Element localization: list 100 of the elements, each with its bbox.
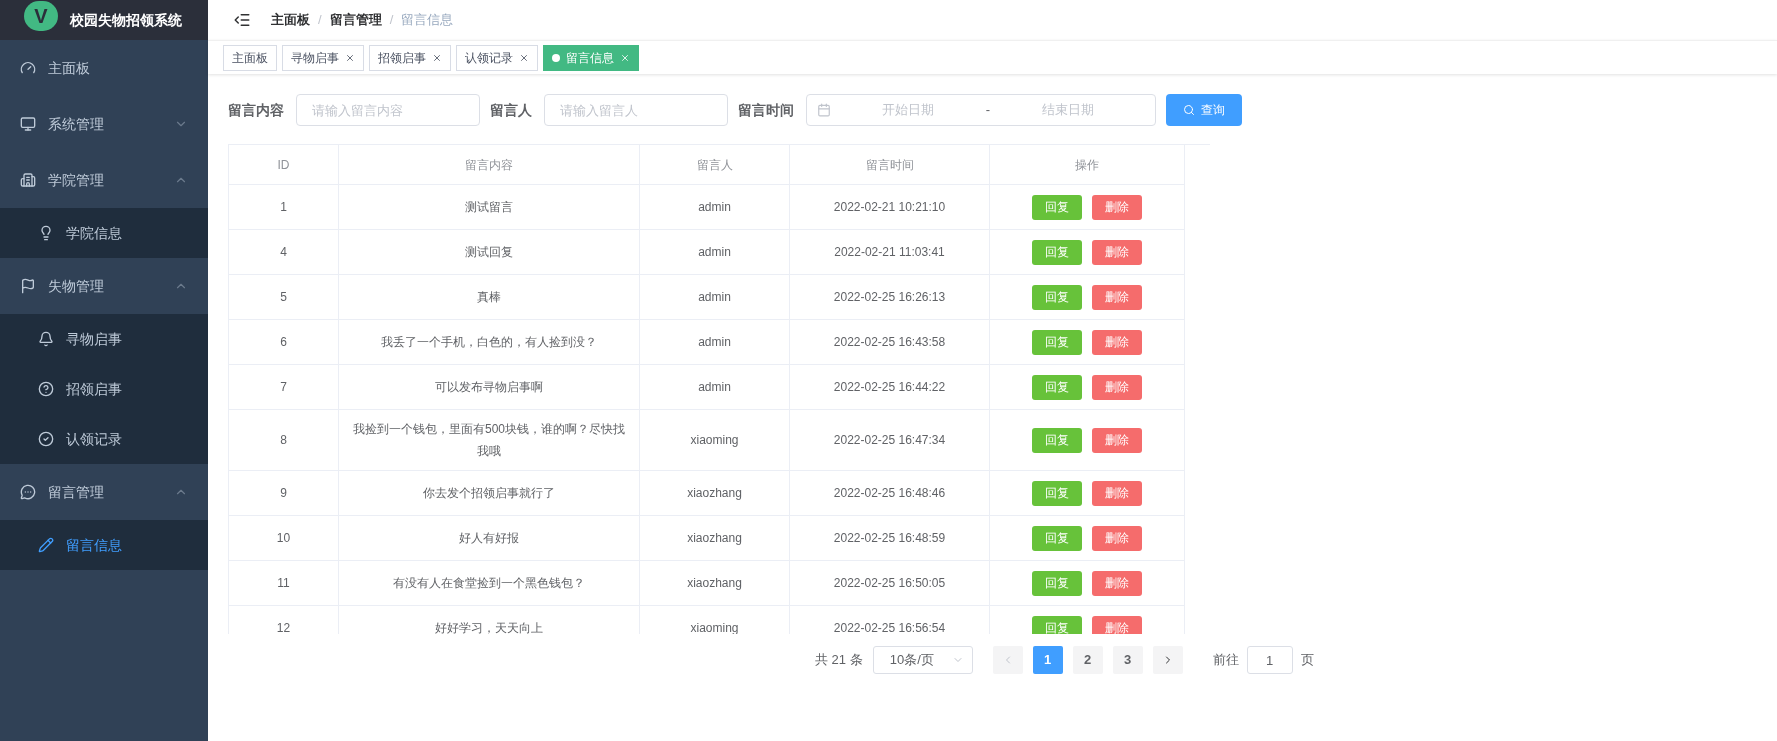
page-button[interactable]: 2	[1072, 646, 1103, 674]
delete-button[interactable]: 删除	[1092, 480, 1142, 506]
sidebar-item[interactable]: 系统管理	[0, 96, 208, 152]
table-cell: 2022-02-21 11:03:41	[790, 230, 990, 275]
delete-button[interactable]: 删除	[1092, 239, 1142, 265]
breadcrumb-item[interactable]: 留言管理	[329, 10, 382, 30]
table-cell: 测试回复	[339, 230, 640, 275]
table-cell: xiaoming	[640, 606, 790, 634]
breadcrumb-separator: /	[389, 11, 394, 30]
table-cell: 好人有好报	[339, 516, 640, 561]
close-icon[interactable]	[519, 52, 529, 63]
flag-icon	[20, 278, 36, 294]
delete-button[interactable]: 删除	[1092, 427, 1142, 453]
sidebar-subitem[interactable]: 寻物启事	[0, 314, 208, 364]
monitor-icon	[20, 116, 36, 132]
lightbulb-icon	[38, 225, 54, 241]
table-cell: admin	[640, 230, 790, 275]
tab[interactable]: 主面板	[223, 44, 277, 71]
sidebar-subitem[interactable]: 学院信息	[0, 208, 208, 258]
table-cell: 2022-02-21 10:21:10	[790, 185, 990, 230]
close-icon[interactable]	[345, 52, 355, 63]
breadcrumb-item[interactable]: 主面板	[271, 10, 310, 30]
page-size-select[interactable]: 10条/页	[872, 646, 973, 674]
tab[interactable]: 招领启事	[369, 44, 451, 71]
table-cell: 8	[229, 410, 339, 471]
sidebar-item[interactable]: 主面板	[0, 40, 208, 96]
end-date-placeholder: 结束日期	[1040, 101, 1095, 120]
filter-label: 留言内容	[228, 100, 284, 120]
sidebar-item[interactable]: 学院管理	[0, 152, 208, 208]
column-header: 留言时间	[790, 145, 990, 185]
delete-button[interactable]: 删除	[1092, 615, 1142, 634]
table-cell: 6	[229, 320, 339, 365]
sidebar-item[interactable]: 失物管理	[0, 258, 208, 314]
table-cell: 2022-02-25 16:43:58	[790, 320, 990, 365]
app-title: 校园失物招领系统	[70, 10, 182, 30]
table-cell: xiaoming	[640, 410, 790, 471]
table-cell: 2022-02-25 16:50:05	[790, 561, 990, 606]
reply-button[interactable]: 回复	[1032, 239, 1082, 265]
delete-button[interactable]: 删除	[1092, 329, 1142, 355]
table-cell: 你去发个招领启事就行了	[339, 471, 640, 516]
search-button[interactable]: 查询	[1166, 94, 1242, 126]
page-button[interactable]: 3	[1112, 646, 1143, 674]
table-cell: 真棒	[339, 275, 640, 320]
close-icon[interactable]	[432, 52, 442, 63]
question-circle-icon	[38, 381, 54, 397]
table-cell: admin	[640, 365, 790, 410]
table-cell: admin	[640, 320, 790, 365]
table-cell: admin	[640, 275, 790, 320]
bell-icon	[38, 331, 54, 347]
sidebar-subitem[interactable]: 认领记录	[0, 414, 208, 464]
date-range-field[interactable]: 开始日期 - 结束日期	[806, 94, 1156, 126]
reply-button[interactable]: 回复	[1032, 427, 1082, 453]
table-cell: xiaozhang	[640, 561, 790, 606]
table-cell: 12	[229, 606, 339, 634]
tab[interactable]: 认领记录	[456, 44, 538, 71]
table-cell: admin	[640, 185, 790, 230]
table-cell: 1	[229, 185, 339, 230]
delete-button[interactable]: 删除	[1092, 194, 1142, 220]
table-cell: 2022-02-25 16:48:46	[790, 471, 990, 516]
tab[interactable]: 寻物启事	[282, 44, 364, 71]
page-number-field[interactable]: 1	[1246, 646, 1293, 674]
search-icon	[1183, 104, 1195, 116]
column-header: ID	[229, 145, 339, 185]
table-cell: 2022-02-25 16:56:54	[790, 606, 990, 634]
table-cell: 可以发布寻物启事啊	[339, 365, 640, 410]
text-field[interactable]: 请输入留言内容	[296, 94, 480, 126]
table-cell: 9	[229, 471, 339, 516]
column-header: 操作	[990, 145, 1185, 185]
table-cell: 好好学习，天天向上	[339, 606, 640, 634]
table-cell: 测试留言	[339, 185, 640, 230]
column-header: 留言内容	[339, 145, 640, 185]
reply-button[interactable]: 回复	[1032, 329, 1082, 355]
sidebar-subitem[interactable]: 留言信息	[0, 520, 208, 570]
sidebar-item[interactable]: 留言管理	[0, 464, 208, 520]
table-cell: 2022-02-25 16:47:34	[790, 410, 990, 471]
delete-button[interactable]: 删除	[1092, 284, 1142, 310]
range-separator: -	[985, 101, 991, 120]
reply-button[interactable]: 回复	[1032, 570, 1082, 596]
reply-button[interactable]: 回复	[1032, 284, 1082, 310]
reply-button[interactable]: 回复	[1032, 480, 1082, 506]
breadcrumb-item: 留言信息	[401, 11, 454, 30]
breadcrumb-separator: /	[318, 11, 322, 30]
menu-icon[interactable]	[233, 11, 251, 29]
table-cell: 4	[229, 230, 339, 275]
text-field[interactable]: 请输入留言人	[544, 94, 728, 126]
delete-button[interactable]: 删除	[1092, 570, 1142, 596]
sidebar-subitem[interactable]: 招领启事	[0, 364, 208, 414]
delete-button[interactable]: 删除	[1092, 374, 1142, 400]
reply-button[interactable]: 回复	[1032, 194, 1082, 220]
reply-button[interactable]: 回复	[1032, 525, 1082, 551]
table-cell: xiaozhang	[640, 471, 790, 516]
table-cell: 7	[229, 365, 339, 410]
reply-button[interactable]: 回复	[1032, 374, 1082, 400]
start-date-placeholder: 开始日期	[881, 101, 936, 120]
table-cell: 2022-02-25 16:44:22	[790, 365, 990, 410]
reply-button[interactable]: 回复	[1032, 615, 1082, 634]
delete-button[interactable]: 删除	[1092, 525, 1142, 551]
page-button[interactable]: 1	[1032, 646, 1063, 674]
tab[interactable]: 留言信息	[543, 44, 639, 71]
table-cell: 2022-02-25 16:26:13	[790, 275, 990, 320]
